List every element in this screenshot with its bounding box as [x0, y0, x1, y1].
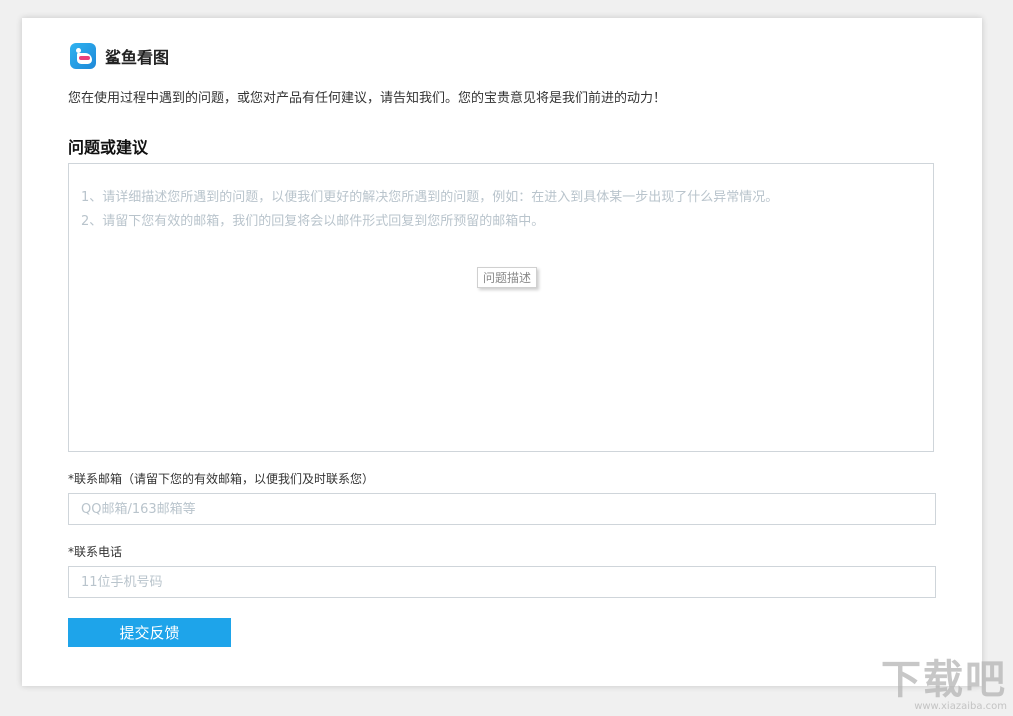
email-input[interactable]	[68, 493, 936, 525]
section-title: 问题或建议	[68, 138, 149, 157]
textarea-placeholder-line-2: 2、请留下您有效的邮箱，我们的回复将会以邮件形式回复到您所预留的邮箱中。	[81, 214, 545, 229]
feedback-card: 鲨鱼看图 您在使用过程中遇到的问题，或您对产品有任何建议，请告知我们。您的宝贵意…	[22, 18, 982, 686]
app-title: 鲨鱼看图	[105, 48, 170, 67]
intro-text: 您在使用过程中遇到的问题，或您对产品有任何建议，请告知我们。您的宝贵意见将是我们…	[68, 91, 667, 106]
textarea-tooltip: 问题描述	[477, 267, 538, 288]
phone-label: *联系电话	[68, 545, 123, 559]
phone-input[interactable]	[68, 566, 936, 598]
app-header: 鲨鱼看图	[70, 42, 169, 70]
submit-feedback-button[interactable]: 提交反馈	[68, 618, 231, 647]
watermark: 下载吧 www.xiazaiba.com	[881, 658, 1007, 712]
textarea-placeholder-line-1: 1、请详细描述您所遇到的问题，以便我们更好的解决您所遇到的问题，例如：在进入到具…	[81, 190, 779, 205]
shark-logo-icon	[70, 43, 96, 69]
feedback-textarea[interactable]: 1、请详细描述您所遇到的问题，以便我们更好的解决您所遇到的问题，例如：在进入到具…	[68, 163, 934, 452]
email-label: *联系邮箱（请留下您的有效邮箱，以便我们及时联系您）	[68, 472, 375, 486]
watermark-url: www.xiazaiba.com	[914, 701, 1007, 712]
watermark-text: 下载吧	[881, 657, 1007, 703]
